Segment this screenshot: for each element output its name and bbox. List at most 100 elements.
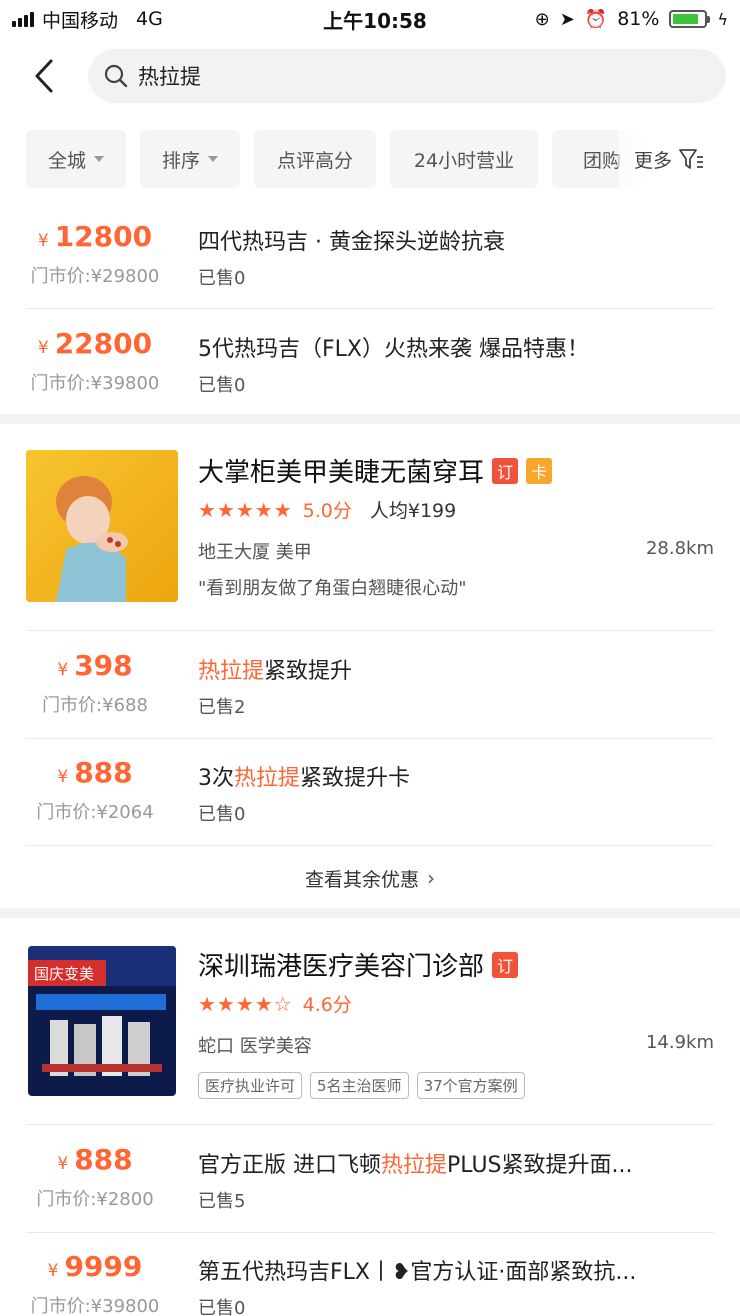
battery-percent: 81% <box>617 8 660 30</box>
sold-count: 已售0 <box>198 375 246 396</box>
shop-area: 地王大厦 美甲 <box>198 542 312 563</box>
currency-symbol: ¥ <box>37 338 49 358</box>
chevron-right-icon: › <box>427 866 435 890</box>
sold-count: 已售2 <box>198 697 246 718</box>
divider <box>26 1124 714 1125</box>
deal-price: ¥12800 <box>0 220 190 253</box>
badge-license: 医疗执业许可 <box>198 1072 303 1099</box>
shop-distance: 14.9km <box>645 1032 714 1053</box>
network-type: 4G <box>136 8 163 30</box>
divider <box>26 738 714 739</box>
currency-symbol: ¥ <box>37 231 49 251</box>
shop-name: 大掌柜美甲美睫无菌穿耳 订 卡 <box>198 452 553 489</box>
search-input[interactable]: 热拉提 <box>88 49 726 103</box>
filter-24h-label: 24小时营业 <box>413 149 515 172</box>
deal-item[interactable]: ¥9999 门市价:¥39800 第五代热玛吉FLX丨❥官方认证·面部紧致抗..… <box>0 1234 740 1316</box>
title-highlight: 热拉提 <box>198 659 265 684</box>
search-query: 热拉提 <box>138 65 201 89</box>
rating-row: ★★★★★ 5.0分 人均¥199 <box>198 496 456 523</box>
filter-city[interactable]: 全城 <box>26 130 126 188</box>
shop-area: 蛇口 医学美容 <box>198 1036 312 1057</box>
battery-icon <box>669 10 711 28</box>
filter-top-rated-label: 点评高分 <box>276 149 353 172</box>
filter-top-rated[interactable]: 点评高分 <box>254 130 376 188</box>
back-button[interactable] <box>0 44 88 108</box>
divider <box>26 1232 714 1233</box>
badge-doctors: 5名主治医师 <box>310 1072 409 1099</box>
deal-title: 官方正版 进口飞顿热拉提PLUS紧致提升面... <box>198 1147 718 1179</box>
original-price: 门市价:¥2800 <box>36 1189 154 1210</box>
original-price: 门市价:¥2064 <box>36 802 154 823</box>
rating-row: ★★★★☆ 4.6分 <box>198 990 352 1017</box>
filter-24h[interactable]: 24小时营业 <box>390 130 538 188</box>
sold-count: 已售5 <box>198 1191 246 1212</box>
filter-city-label: 全城 <box>47 149 86 172</box>
chevron-down-icon <box>94 156 104 162</box>
promo-text: 国庆变美 <box>34 965 94 983</box>
original-price: 门市价:¥39800 <box>30 1296 160 1316</box>
star-rating-icon: ★★★★☆ <box>198 991 293 1016</box>
title-suffix: 紧致提升 <box>264 659 353 684</box>
price-value: 22800 <box>54 327 153 360</box>
shop-card[interactable]: 国庆变美 深圳瑞港医疗美容门诊部 订 ★★★★☆ 4.6分 蛇口 医学美容 14… <box>0 918 740 1124</box>
deal-item[interactable]: ¥22800 门市价:¥39800 5代热玛吉（FLX）火热来袭 爆品特惠！ 已… <box>0 311 740 417</box>
currency-symbol: ¥ <box>57 767 69 787</box>
location-icon: ➤ <box>559 8 575 30</box>
deal-item[interactable]: ¥888 门市价:¥2064 3次热拉提紧致提升卡 已售0 <box>0 740 740 846</box>
deal-title: 5代热玛吉（FLX）火热来袭 爆品特惠！ <box>198 337 589 362</box>
filter-bar: 全城 排序 点评高分 24小时营业 团购 更多 <box>0 128 740 190</box>
filter-sort-label: 排序 <box>161 149 200 172</box>
deal-title: 3次热拉提紧致提升卡 <box>198 760 718 792</box>
clock: 上午10:58 <box>323 8 427 33</box>
shop-meta: 蛇口 医学美容 14.9km <box>198 1032 714 1058</box>
credential-badges: 医疗执业许可 5名主治医师 37个官方案例 <box>198 1072 525 1099</box>
card-tag: 卡 <box>526 457 553 484</box>
deal-item[interactable]: ¥888 门市价:¥2800 官方正版 进口飞顿热拉提PLUS紧致提升面... … <box>0 1127 740 1233</box>
divider <box>26 308 714 309</box>
price-value: 12800 <box>54 220 153 253</box>
original-price: 门市价:¥688 <box>42 695 148 716</box>
price-value: 888 <box>74 756 133 789</box>
shop-distance: 28.8km <box>645 538 714 559</box>
search-icon <box>104 64 128 88</box>
star-rating-icon: ★★★★★ <box>198 497 293 522</box>
shop-name-text: 深圳瑞港医疗美容门诊部 <box>198 952 485 982</box>
filter-sort[interactable]: 排序 <box>140 130 240 188</box>
more-filters-button[interactable]: 更多 <box>618 128 740 190</box>
title-highlight: 热拉提 <box>381 1153 448 1178</box>
deal-price: ¥888 <box>0 1143 190 1176</box>
original-price: 门市价:¥29800 <box>30 266 160 287</box>
filter-icon <box>679 149 704 169</box>
deal-item[interactable]: ¥398 门市价:¥688 热拉提紧致提升 已售2 <box>0 633 740 739</box>
booking-tag: 订 <box>492 457 519 484</box>
shop-card[interactable]: 大掌柜美甲美睫无菌穿耳 订 卡 ★★★★★ 5.0分 人均¥199 地王大厦 美… <box>0 424 740 630</box>
alarm-icon: ⏰ <box>584 8 608 30</box>
sold-count: 已售0 <box>198 1298 246 1316</box>
deal-item[interactable]: ¥12800 门市价:¥29800 四代热玛吉 · 黄金探头逆龄抗衰 已售0 <box>0 204 740 310</box>
search-header: 热拉提 <box>0 44 740 108</box>
shop-meta: 地王大厦 美甲 28.8km <box>198 538 714 564</box>
view-more-deals-label: 查看其余优惠 <box>304 868 419 891</box>
sold-count: 已售0 <box>198 268 246 289</box>
section-separator <box>0 414 740 424</box>
filter-group-buy-label: 团购 <box>582 149 621 172</box>
more-filters-label: 更多 <box>634 149 673 172</box>
title-prefix: 第五代热玛吉FLX丨❥官方认证·面部紧致抗... <box>198 1260 637 1285</box>
shop-name-text: 大掌柜美甲美睫无菌穿耳 <box>198 458 485 488</box>
view-more-deals-button[interactable]: 查看其余优惠 › <box>0 848 740 908</box>
deal-price: ¥9999 <box>0 1250 190 1283</box>
divider <box>26 845 714 846</box>
currency-symbol: ¥ <box>57 660 69 680</box>
carrier-name: 中国移动 <box>42 9 119 32</box>
signal-icon <box>12 11 34 27</box>
charging-icon: ϟ <box>717 9 728 29</box>
price-value: 398 <box>74 649 133 682</box>
shop-name: 深圳瑞港医疗美容门诊部 订 <box>198 946 519 983</box>
deal-price: ¥398 <box>0 649 190 682</box>
back-arrow-icon <box>35 59 53 93</box>
currency-symbol: ¥ <box>47 1261 59 1281</box>
section-separator <box>0 908 740 918</box>
price-value: 888 <box>74 1143 133 1176</box>
price-value: 9999 <box>64 1250 143 1283</box>
title-prefix: 3次 <box>198 766 234 791</box>
